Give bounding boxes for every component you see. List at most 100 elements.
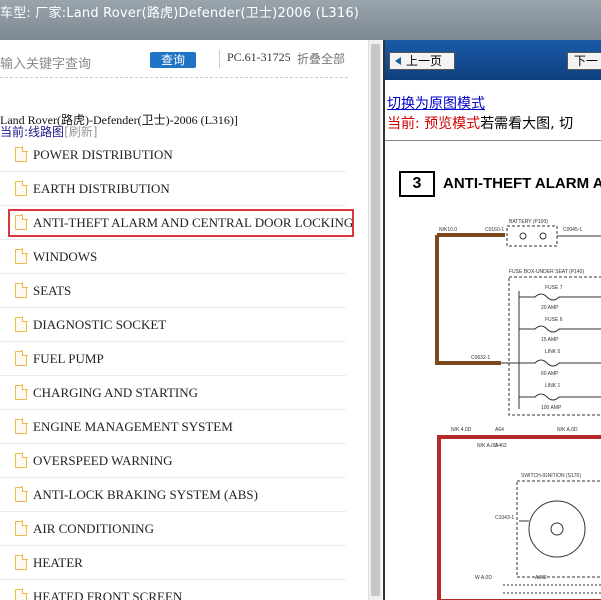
link-5: LINK 5 60 AMP <box>519 349 601 377</box>
collapse-all-link[interactable]: 折叠全部 <box>297 50 345 67</box>
list-item-label: SEATS <box>33 283 72 298</box>
document-icon <box>15 486 28 502</box>
page-title: 车型: 厂家:Land Rover(路虎)Defender(卫士)2006 (L… <box>0 6 360 21</box>
label-amp15: 15 AMP <box>541 337 559 343</box>
list-item-label: DIAGNOSTIC SOCKET <box>33 317 167 332</box>
list-item-label: ANTI-THEFT ALARM AND CENTRAL DOOR LOCKIN… <box>33 215 354 230</box>
scrollbar[interactable] <box>368 40 382 600</box>
label-link5: LINK 5 <box>545 349 561 355</box>
list-item[interactable]: HEATED FRONT SCREEN <box>0 580 346 600</box>
label-nka2: N/K A.0D <box>477 443 498 449</box>
document-icon <box>15 384 28 400</box>
label-nk100: N/K10.0 <box>439 227 457 233</box>
list-item[interactable]: FUEL PUMP <box>0 342 346 376</box>
title-bar: 车型: 厂家:Land Rover(路虎)Defender(卫士)2006 (L… <box>0 0 601 40</box>
brown-wire <box>435 235 501 365</box>
label-fuse6: FUSE 6 <box>545 317 563 323</box>
prev-page-button[interactable]: 上一页 <box>389 52 455 70</box>
list-item[interactable]: SEATS <box>0 274 346 308</box>
search-input[interactable]: 输入关键字查询 <box>0 53 91 72</box>
next-page-button[interactable]: 下一 <box>567 52 601 70</box>
list-item-label: EARTH DISTRIBUTION <box>33 181 170 196</box>
document-icon <box>15 248 28 264</box>
viewer-panel: 上一页 下一 切换为原图模式 当前: 预览模式若需看大图, 切 3 ANTI-T… <box>383 40 601 600</box>
list-item-label: ANTI-LOCK BRAKING SYSTEM (ABS) <box>33 487 258 502</box>
battery-box <box>506 225 558 247</box>
label-fusebox: FUSE BOX-UNDER SEAT (P140) <box>509 269 584 275</box>
terminal <box>539 232 547 240</box>
document-icon <box>15 282 28 298</box>
label-nk40: N/K 4.0D <box>451 427 472 433</box>
document-icon <box>15 316 28 332</box>
left-panel: 输入关键字查询 查询 PC.61-31725 折叠全部 Land Rover(路… <box>0 40 368 600</box>
refresh-link[interactable]: [刷新] <box>64 125 97 139</box>
switch-original-mode-link[interactable]: 切换为原图模式 <box>387 93 485 113</box>
label-amp60: 60 AMP <box>541 371 559 377</box>
document-icon <box>15 350 28 366</box>
mode-status: 当前: 预览模式若需看大图, 切 <box>387 113 573 133</box>
document-icon <box>15 554 28 570</box>
label-c0632: C0632-1 <box>471 355 490 361</box>
wiring-schematic: BATTERY (P100) N/K10.0 C0160-1 C0045-1 F… <box>435 219 601 600</box>
mode-status-hint: 若需看大图, 切 <box>480 116 574 132</box>
list-item[interactable]: WINDOWS <box>0 240 346 274</box>
divider <box>0 77 348 78</box>
label-amp100: 100 AMP <box>541 405 562 411</box>
viewer-toolbar: 上一页 下一 <box>385 40 601 80</box>
current-label: 当前: <box>0 125 29 139</box>
query-button[interactable]: 查询 <box>150 52 196 68</box>
label-switch: SWITCH-IGNITION (S176) <box>521 473 581 479</box>
list-item-label: HEATER <box>33 555 83 570</box>
pc-code: PC.61-31725 <box>227 50 291 64</box>
current-category: 线路图 <box>28 125 65 139</box>
tree-list: POWER DISTRIBUTION EARTH DISTRIBUTION AN… <box>0 138 354 600</box>
list-item-selected[interactable]: ANTI-THEFT ALARM AND CENTRAL DOOR LOCKIN… <box>0 206 354 240</box>
fuse-symbol <box>519 293 601 301</box>
list-item[interactable]: OVERSPEED WARNING <box>0 444 346 478</box>
label-link1: LINK 1 <box>545 383 561 389</box>
switch-symbol <box>550 522 564 536</box>
label-c0045: C0045-1 <box>563 227 582 233</box>
list-item-label: ENGINE MANAGEMENT SYSTEM <box>33 419 233 434</box>
document-icon <box>15 452 28 468</box>
fuse-7: FUSE 7 20 AMP <box>519 285 601 311</box>
fuse-symbol <box>519 393 601 401</box>
fusebox-frame <box>508 276 601 416</box>
list-item[interactable]: POWER DISTRIBUTION <box>0 138 346 172</box>
document-icon <box>15 588 28 600</box>
list-item-label: HEATED FRONT SCREEN <box>33 589 183 600</box>
mode-status-current: 当前: 预览模式 <box>387 116 481 132</box>
list-item[interactable]: AIR CONDITIONING <box>0 512 346 546</box>
document-icon <box>15 180 28 196</box>
document-icon <box>15 418 28 434</box>
list-item-label: AIR CONDITIONING <box>33 521 154 536</box>
wiring-diagram[interactable]: 3 ANTI-THEFT ALARM A BATTERY (P100) N/K1… <box>385 140 601 600</box>
list-item[interactable]: DIAGNOSTIC SOCKET <box>0 308 346 342</box>
list-item[interactable]: EARTH DISTRIBUTION <box>0 172 346 206</box>
document-icon <box>15 520 28 536</box>
label-c1043: C1043-1 <box>495 515 514 521</box>
list-item[interactable]: ANTI-LOCK BRAKING SYSTEM (ABS) <box>0 478 346 512</box>
link-1: LINK 1 100 AMP <box>519 383 601 411</box>
list-item-label: CHARGING AND STARTING <box>33 385 199 400</box>
label-wa: W A.0D <box>475 575 492 581</box>
label-battery: BATTERY (P100) <box>509 219 548 225</box>
list-item[interactable]: CHARGING AND STARTING <box>0 376 346 410</box>
document-icon <box>15 214 28 230</box>
label-a362: A362 <box>535 575 547 581</box>
red-wire-loop <box>437 435 601 600</box>
label-a64: A64 <box>495 427 504 433</box>
label-amp20: 20 AMP <box>541 305 559 311</box>
fuse-symbol <box>519 325 601 333</box>
list-item[interactable]: ENGINE MANAGEMENT SYSTEM <box>0 410 346 444</box>
scrollbar-thumb[interactable] <box>371 44 380 596</box>
label-nka: N/K A.0D <box>557 427 578 433</box>
list-item-label: FUEL PUMP <box>33 351 104 366</box>
list-item-label: WINDOWS <box>33 249 98 264</box>
document-icon <box>15 146 28 162</box>
divider <box>219 50 220 68</box>
switch-symbol <box>528 500 586 558</box>
list-item-label: POWER DISTRIBUTION <box>33 147 173 162</box>
label-fuse7: FUSE 7 <box>545 285 563 291</box>
list-item[interactable]: HEATER <box>0 546 346 580</box>
